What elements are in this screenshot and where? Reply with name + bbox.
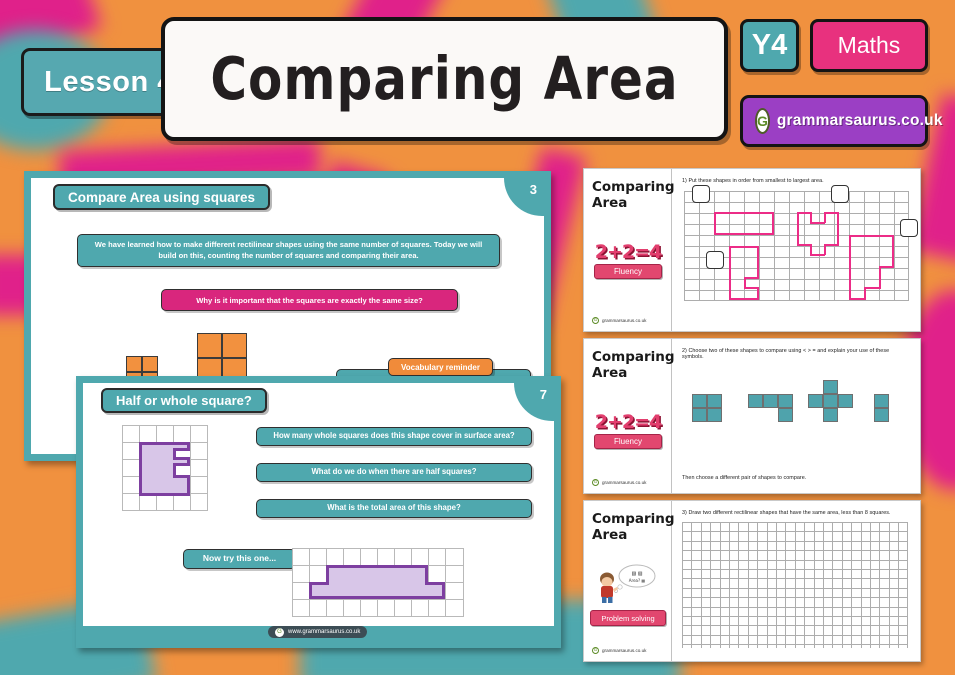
question-label: Why is it important that the squares are… [196, 295, 423, 305]
slide-inner: 7 Half or whole square? How many whole s… [83, 383, 554, 641]
fluency-equation: 2+2=4 [594, 241, 663, 263]
intro-label: We have learned how to make different re… [94, 240, 483, 260]
slide-heading-label: Compare Area using squares [68, 189, 256, 205]
fluency-badge: 2+2=4 Fluency [594, 411, 662, 449]
subject-badge: Maths [810, 19, 928, 72]
slide-number: 3 [529, 182, 537, 197]
worksheet-sidebar: Comparing Area 2+2=4 Fluency G grammarsa… [584, 169, 675, 331]
slide-question-box: Why is it important that the squares are… [161, 289, 458, 311]
slide-number: 7 [539, 387, 547, 402]
problem-solving-label: Problem solving [590, 610, 666, 626]
year-badge: Y4 [740, 19, 799, 72]
slide7-question-1: How many whole squares does this shape c… [256, 427, 532, 446]
slide-heading-label: Half or whole square? [116, 393, 252, 408]
worksheet-sidebar: Comparing Area 2+2=4 Fluency G grammarsa… [584, 339, 675, 493]
thinking-boy-icon: ▨ ▧ Area? ▦ [600, 564, 656, 603]
fluency-badge: 2+2=4 Fluency [594, 241, 662, 279]
worksheet-title: Comparing Area [592, 511, 675, 544]
worksheet-problem-solving-draw-shapes[interactable]: Comparing Area ▨ ▧ Area? ▦ Problem solvi… [583, 500, 921, 662]
year-label: Y4 [751, 29, 788, 61]
grammarsaurus-dino-logo-icon: G [592, 479, 599, 486]
slide-number-badge: 7 [514, 383, 554, 421]
page-title: Comparing Area [210, 44, 679, 114]
svg-text:Area? ▦: Area? ▦ [629, 578, 646, 583]
worksheet-question: 3) Draw two different rectilinear shapes… [682, 510, 891, 516]
footer-label: www.grammarsaurus.co.uk [288, 629, 361, 635]
worksheet-title: Comparing Area [592, 349, 675, 382]
slide-heading: Compare Area using squares [53, 184, 271, 210]
fluency-label: Fluency [594, 434, 662, 449]
slide-intro-text: We have learned how to make different re… [77, 234, 500, 267]
now-try-this-box: Now try this one... [183, 549, 296, 569]
worksheet-footer-brand: G grammarsaurus.co.uk [592, 317, 646, 324]
grammarsaurus-dino-logo-icon: G [275, 627, 284, 637]
worksheet-title-line1: Comparing [592, 511, 675, 527]
worksheet-title-line2: Area [592, 527, 628, 544]
question-label: What do we do when there are half square… [311, 467, 477, 477]
worksheet-title-line2: Area [592, 195, 628, 212]
answer-box[interactable] [692, 185, 710, 203]
footer-label: grammarsaurus.co.uk [602, 648, 647, 653]
worksheet-footer-brand: G grammarsaurus.co.uk [592, 479, 646, 486]
footer-label: grammarsaurus.co.uk [602, 480, 647, 485]
worksheet-fluency-order-shapes[interactable]: Comparing Area 2+2=4 Fluency G grammarsa… [583, 168, 921, 332]
blank-answer-grid[interactable] [682, 522, 908, 648]
slide7-question-3: What is the total area of this shape? [256, 499, 532, 518]
try-label: Now try this one... [202, 553, 277, 564]
slide-footer-brand: G www.grammarsaurus.co.uk [268, 626, 368, 638]
subject-label: Maths [837, 32, 901, 58]
grammarsaurus-dino-logo-icon: G [592, 317, 599, 324]
worksheet-title-line1: Comparing [592, 179, 675, 195]
worksheet-subquestion: Then choose a different pair of shapes t… [682, 475, 807, 481]
vocabulary-reminder-box: Vocabulary reminder [388, 358, 493, 376]
fluency-equation: 2+2=4 [594, 411, 663, 433]
page-header: Lesson 4 Comparing Area Y4 Maths G gramm… [0, 0, 955, 160]
worksheet-body: 2) Choose two of these shapes to compare… [672, 339, 920, 493]
footer-label: grammarsaurus.co.uk [602, 318, 647, 323]
worksheet-question: 1) Put these shapes in order from smalle… [682, 178, 824, 184]
question-label: What is the total area of this shape? [327, 503, 461, 513]
slide7-question-2: What do we do when there are half square… [256, 463, 532, 482]
lesson-label: Lesson 4 [44, 65, 174, 98]
worksheet-footer-brand: G grammarsaurus.co.uk [592, 647, 646, 654]
slide-half-or-whole-square[interactable]: 7 Half or whole square? How many whole s… [69, 369, 568, 655]
worksheet-question: 2) Choose two of these shapes to compare… [682, 348, 890, 360]
answer-box[interactable] [900, 219, 918, 237]
svg-text:▨ ▧: ▨ ▧ [631, 571, 642, 577]
worksheet-body: 3) Draw two different rectilinear shapes… [672, 501, 920, 661]
grammarsaurus-dino-logo-icon: G [592, 647, 599, 654]
vocabulary-label: Vocabulary reminder [401, 362, 480, 372]
title-card: Comparing Area [161, 17, 728, 141]
shape-grid-wide [292, 548, 464, 617]
answer-grid[interactable] [684, 185, 918, 301]
question-label: How many whole squares does this shape c… [273, 431, 515, 441]
worksheet-title-line2: Area [592, 365, 628, 382]
worksheet-fluency-compare-symbols[interactable]: Comparing Area 2+2=4 Fluency G grammarsa… [583, 338, 921, 494]
problem-solving-badge: ▨ ▧ Area? ▦ Problem solving [590, 563, 666, 626]
grammarsaurus-dino-logo-icon: G [755, 108, 770, 134]
worksheet-title-line1: Comparing [592, 349, 675, 365]
slide-number-badge: 3 [504, 178, 544, 216]
slide-heading: Half or whole square? [101, 388, 267, 413]
answer-box[interactable] [831, 185, 849, 203]
worksheet-sidebar: Comparing Area ▨ ▧ Area? ▦ Problem solvi… [584, 501, 675, 661]
shape-grid-e [122, 425, 208, 511]
brand-badge[interactable]: G grammarsaurus.co.uk [740, 95, 942, 147]
answer-box[interactable] [706, 251, 724, 269]
fluency-label: Fluency [594, 264, 662, 279]
worksheet-body: 1) Put these shapes in order from smalle… [672, 169, 920, 331]
worksheet-title: Comparing Area [592, 179, 675, 212]
brand-label: grammarsaurus.co.uk [776, 112, 943, 129]
